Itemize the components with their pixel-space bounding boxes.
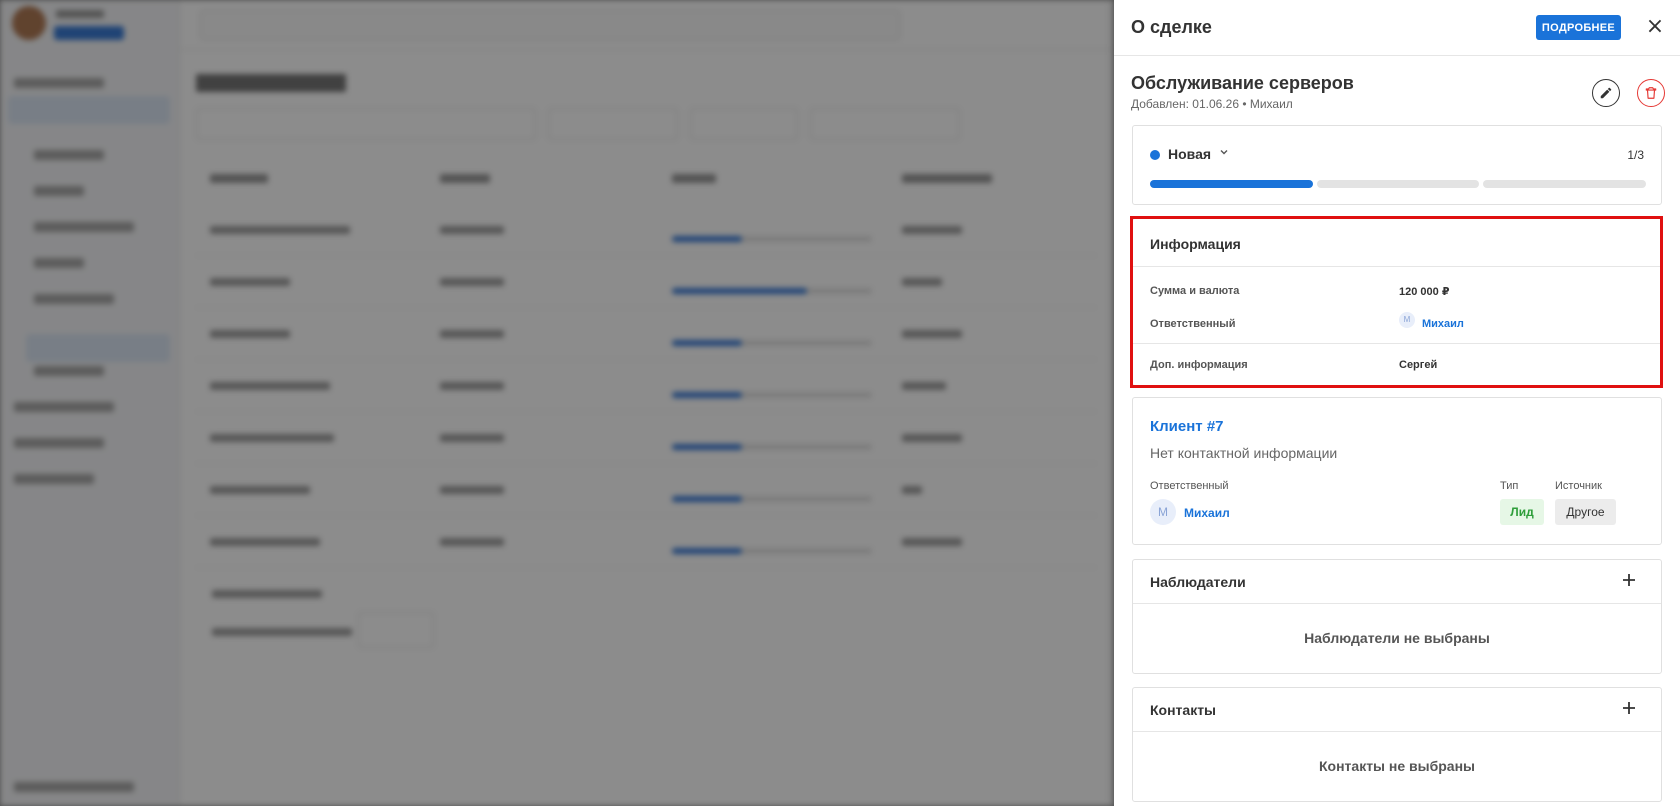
amount-value: 120 000 ₽ — [1399, 286, 1450, 298]
info-header: Информация — [1133, 219, 1661, 267]
drawer-title: О сделке — [1131, 17, 1212, 37]
client-responsible-link[interactable]: Михаил — [1184, 506, 1230, 520]
drawer-header: О сделке ПОДРОБНЕЕ × — [1114, 0, 1680, 56]
client-card: Клиент #7 Нет контактной информации Отве… — [1132, 397, 1662, 545]
add-contact-button[interactable] — [1617, 697, 1641, 721]
stage-segment — [1483, 180, 1646, 188]
watchers-title: Наблюдатели — [1150, 574, 1246, 590]
add-watcher-button[interactable] — [1617, 569, 1641, 593]
extra-info-value: Сергей — [1399, 359, 1438, 371]
trash-icon — [1645, 87, 1657, 99]
divider — [1133, 343, 1661, 344]
responsible-label: Ответственный — [1150, 318, 1236, 330]
delete-deal-button[interactable] — [1637, 79, 1665, 107]
extra-info-label: Доп. информация — [1150, 359, 1248, 371]
avatar: М — [1150, 499, 1176, 525]
watchers-header: Наблюдатели — [1133, 560, 1661, 604]
stage-segment — [1316, 180, 1480, 188]
deal-drawer: О сделке ПОДРОБНЕЕ × Обслуживание сервер… — [1114, 0, 1680, 806]
edit-deal-button[interactable] — [1592, 79, 1620, 107]
modal-overlay[interactable] — [0, 0, 1114, 806]
stage-status-dot — [1150, 150, 1160, 160]
deal-name: Обслуживание серверов — [1131, 73, 1354, 93]
stage-card: Новая 1/3 — [1132, 125, 1662, 205]
stage-counter: 1/3 — [1627, 148, 1644, 162]
client-source-badge: Другое — [1555, 499, 1616, 525]
client-source-label: Источник — [1555, 480, 1602, 492]
info-card: Информация Сумма и валюта 120 000 ₽ Отве… — [1132, 218, 1662, 386]
avatar: М — [1399, 312, 1415, 328]
more-details-button[interactable]: ПОДРОБНЕЕ — [1536, 15, 1621, 40]
plus-icon — [1623, 702, 1635, 714]
responsible-link[interactable]: Михаил — [1422, 318, 1464, 330]
client-contact-info: Нет контактной информации — [1150, 445, 1338, 461]
client-responsible-label: Ответственный — [1150, 480, 1229, 492]
stage-selector[interactable]: Новая — [1168, 146, 1211, 162]
chevron-down-icon[interactable] — [1219, 147, 1229, 160]
contacts-card: Контакты Контакты не выбраны — [1132, 687, 1662, 802]
pencil-icon — [1600, 87, 1612, 99]
deal-meta: Добавлен: 01.06.26 • Михаил — [1131, 97, 1293, 111]
client-link[interactable]: Клиент #7 — [1150, 418, 1224, 435]
client-type-badge: Лид — [1500, 499, 1544, 525]
contacts-title: Контакты — [1150, 702, 1217, 718]
close-icon[interactable]: × — [1642, 14, 1668, 40]
plus-icon — [1623, 574, 1635, 586]
stage-segment — [1150, 180, 1313, 188]
contacts-header: Контакты — [1133, 688, 1661, 732]
watchers-card: Наблюдатели Наблюдатели не выбраны — [1132, 559, 1662, 674]
watchers-empty: Наблюдатели не выбраны — [1304, 630, 1490, 646]
client-type-label: Тип — [1500, 480, 1519, 492]
contacts-empty: Контакты не выбраны — [1319, 758, 1475, 774]
amount-label: Сумма и валюта — [1150, 285, 1240, 297]
info-title: Информация — [1150, 236, 1241, 252]
